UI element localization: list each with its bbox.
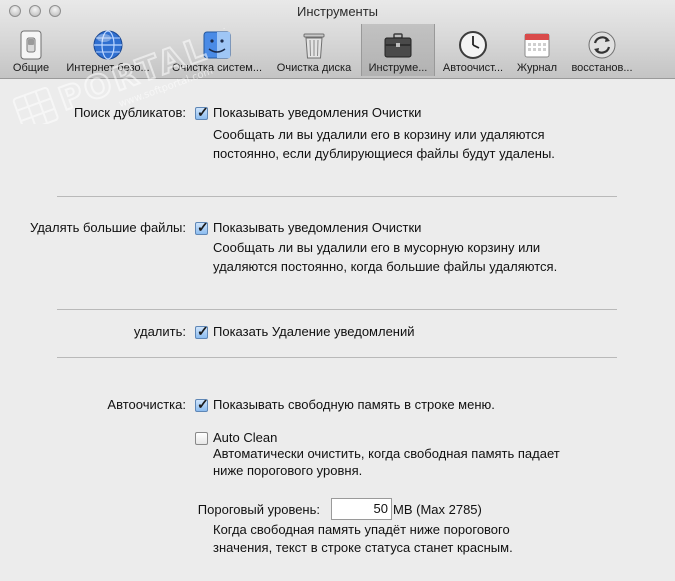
- separator: [57, 196, 617, 197]
- threshold-input[interactable]: 50: [331, 498, 392, 520]
- autoclean-label: Автоочистка:: [107, 397, 186, 412]
- window-title: Инструменты: [296, 4, 379, 19]
- toolbar-item-internet-security[interactable]: Интернет безо...: [58, 24, 158, 76]
- globe-icon: [92, 29, 124, 61]
- separator: [57, 357, 617, 358]
- large-files-description-line1: Сообщать ли вы удалили его в мусорную ко…: [213, 240, 541, 255]
- toolbar-label: Автоочист...: [442, 62, 504, 74]
- calendar-icon: [521, 29, 553, 61]
- large-files-label: Удалять большие файлы:: [29, 220, 186, 235]
- toolbar-item-log[interactable]: Журнал: [512, 24, 562, 76]
- toolbar-label: Интернет безо...: [66, 62, 150, 74]
- switch-icon: [15, 29, 47, 61]
- duplicates-description-line2: постоянно, если дублирующиеся файлы буду…: [213, 146, 555, 161]
- toolbar-item-autoclean[interactable]: Автоочист...: [436, 24, 510, 76]
- delete-notify-label[interactable]: Показать Удаление уведомлений: [213, 324, 415, 339]
- preferences-window: Инструменты Общие Интернет безо... Очист…: [0, 0, 675, 581]
- show-memory-label[interactable]: Показывать свободную память в строке мен…: [213, 397, 495, 412]
- show-memory-checkbox[interactable]: ✓: [195, 396, 209, 412]
- toolbar-label: Очистка систем...: [171, 62, 263, 74]
- auto-clean-label[interactable]: Auto Clean: [213, 430, 277, 445]
- duplicates-label: Поиск дубликатов:: [73, 105, 186, 120]
- toolbar: Инструменты Общие Интернет безо... Очист…: [0, 0, 675, 79]
- large-files-description-line2: удаляются постоянно, когда большие файлы…: [213, 259, 558, 274]
- trash-icon: [298, 29, 330, 61]
- threshold-label: Пороговый уровень:: [197, 502, 320, 517]
- large-files-notify-label[interactable]: Показывать уведомления Очистки: [213, 220, 421, 235]
- separator: [57, 309, 617, 310]
- auto-clean-description-line2: ниже порогового уровня.: [213, 463, 363, 478]
- toolbar-item-disk-cleanup[interactable]: Очистка диска: [272, 24, 356, 76]
- threshold-description-line1: Когда свободная память упадёт ниже порог…: [213, 522, 510, 537]
- duplicates-description-line1: Сообщать ли вы удалили его в корзину или…: [213, 127, 545, 142]
- threshold-description-line2: значения, текст в строке статуса станет …: [213, 540, 513, 555]
- briefcase-icon: [382, 29, 414, 61]
- toolbar-label: Общие: [12, 62, 50, 74]
- clock-icon: [457, 29, 489, 61]
- toolbar-label: Журнал: [516, 62, 558, 74]
- restore-icon: [586, 29, 618, 61]
- toolbar-item-restore[interactable]: восстанов...: [564, 24, 640, 76]
- large-files-notify-checkbox[interactable]: ✓: [195, 219, 209, 235]
- duplicates-notify-label[interactable]: Показывать уведомления Очистки: [213, 105, 421, 120]
- toolbar-item-general[interactable]: Общие: [4, 24, 58, 76]
- duplicates-notify-checkbox[interactable]: ✓: [195, 104, 209, 120]
- auto-clean-checkbox[interactable]: [195, 432, 208, 445]
- delete-notify-checkbox[interactable]: ✓: [195, 323, 209, 339]
- toolbar-label: Инструме...: [368, 62, 428, 74]
- finder-icon: [201, 29, 233, 61]
- threshold-unit: MB (Max 2785): [393, 502, 482, 517]
- toolbar-item-system-cleanup[interactable]: Очистка систем...: [164, 24, 270, 76]
- toolbar-label: восстанов...: [571, 62, 633, 74]
- toolbar-item-tools[interactable]: Инструме...: [361, 24, 435, 76]
- delete-label: удалить:: [133, 324, 186, 339]
- toolbar-label: Очистка диска: [276, 62, 352, 74]
